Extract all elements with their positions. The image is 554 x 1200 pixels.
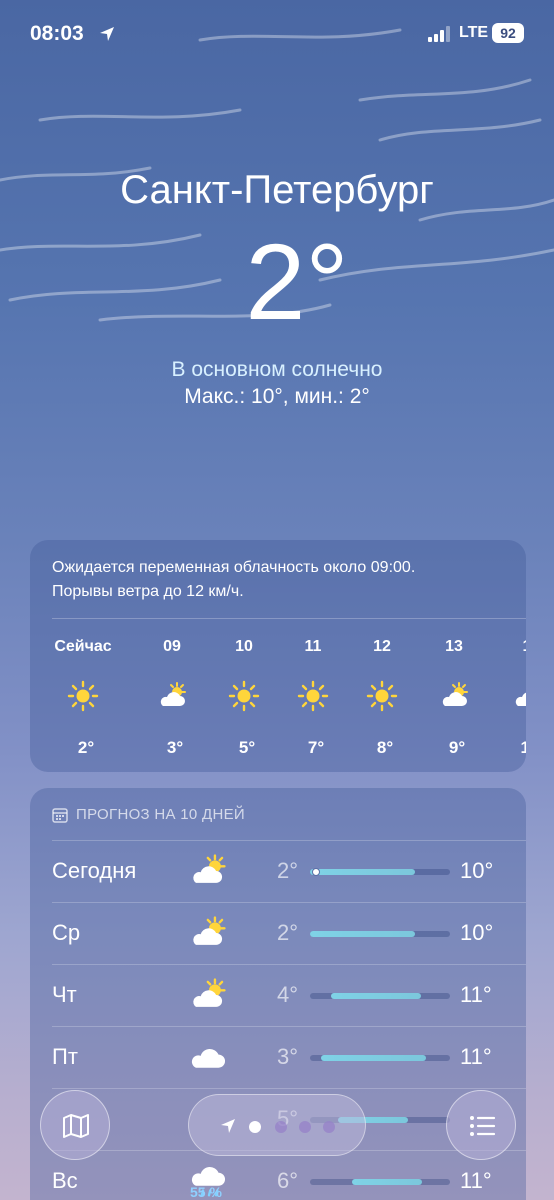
day-low: 4°: [276, 982, 298, 1007]
hour-label: Сейчас: [54, 638, 112, 655]
sun-icon: [228, 680, 260, 712]
partly-cloudy-icon: [442, 682, 468, 706]
hour-temp: 5°: [238, 738, 256, 757]
sun-icon: [297, 680, 329, 712]
high-low: Макс.: 10°, мин.: 2°: [184, 385, 370, 408]
day-name: Сегодня: [52, 858, 137, 883]
hour-label: 1: [492, 638, 526, 656]
hour-temp: 7°: [307, 738, 325, 757]
day-low: 3°: [276, 1044, 298, 1069]
hour-label: 09: [163, 638, 181, 655]
location-arrow-icon: [221, 1119, 235, 1133]
list-icon: [470, 1116, 496, 1136]
status-time: 08:03: [30, 22, 84, 45]
page-dot[interactable]: [275, 1121, 287, 1133]
hourly-summary: Ожидается переменная облачность около 09…: [52, 556, 415, 604]
summary-line-1: Ожидается переменная облачность около 09…: [52, 559, 416, 576]
day-low: 2°: [276, 858, 298, 883]
network-type: LTE: [459, 24, 489, 41]
precipitation-chance: 55 %: [190, 1184, 222, 1200]
day-row[interactable]: Вс 6° 11°: [30, 1150, 526, 1200]
status-bar: 08:03 LTE 92: [0, 22, 554, 50]
hour-label: 11: [304, 638, 322, 655]
battery-indicator: 92: [492, 23, 524, 43]
partly-cloudy-icon: [193, 854, 226, 883]
page-dot[interactable]: [299, 1121, 311, 1133]
day-high: 11°: [460, 1044, 492, 1069]
signal-icon: [428, 26, 450, 42]
divider: [52, 618, 526, 619]
day-high: 10°: [460, 858, 494, 883]
hour-temp: 3°: [166, 738, 184, 757]
day-high: 11°: [460, 982, 492, 1007]
range-fill: [352, 1179, 422, 1185]
city-name: Санкт-Петербург: [120, 168, 434, 212]
location-arrow-icon: [100, 27, 114, 41]
day-row[interactable]: Ср 2° 10°: [30, 902, 526, 964]
temp-range-bar: [310, 993, 450, 999]
hour-temp: 10: [520, 738, 526, 757]
range-fill: [321, 1055, 427, 1061]
day-name: Ср: [52, 920, 81, 945]
divider: [52, 902, 526, 903]
map-icon: [63, 1114, 89, 1138]
hour-label: 12: [373, 638, 391, 655]
temp-range-bar: [310, 931, 450, 937]
page-indicator[interactable]: [188, 1094, 366, 1156]
hour-temp: 8°: [376, 738, 394, 757]
divider: [52, 964, 526, 965]
partly-cloudy-icon: [193, 916, 226, 945]
day-high: 11°: [460, 1168, 492, 1193]
summary-line-2: Порывы ветра до 12 км/ч.: [52, 583, 244, 600]
divider: [52, 1088, 526, 1089]
sun-icon: [67, 680, 99, 712]
hour-label: 13: [445, 638, 463, 655]
divider: [52, 840, 526, 841]
day-name: Чт: [52, 982, 77, 1007]
cloud-icon: [191, 1048, 226, 1068]
day-high: 10°: [460, 920, 494, 945]
page-dot[interactable]: [323, 1121, 335, 1133]
weather-condition: В основном солнечно: [171, 358, 383, 381]
day-low: 6°: [276, 1168, 298, 1193]
day-name: Пт: [52, 1044, 78, 1069]
partly-cloudy-icon: [515, 692, 526, 706]
partly-cloudy-icon: [193, 978, 226, 1007]
day-row[interactable]: Пт 3° 11°: [30, 1026, 526, 1088]
divider: [52, 1026, 526, 1027]
hour-temp: 2°: [77, 738, 95, 757]
day-name: Вс: [52, 1168, 78, 1193]
page-dot-active[interactable]: [249, 1121, 261, 1133]
map-button[interactable]: [40, 1090, 110, 1160]
hourly-forecast-card[interactable]: Ожидается переменная облачность около 09…: [30, 540, 526, 772]
locations-list-button[interactable]: [446, 1090, 516, 1160]
temp-range-bar: [310, 868, 450, 876]
range-fill: [310, 931, 415, 937]
current-temperature: 2°: [245, 221, 349, 342]
day-row[interactable]: Чт 4° 11°: [30, 964, 526, 1026]
partly-cloudy-icon: [160, 682, 186, 706]
day-row[interactable]: Сегодня 2° 10°: [30, 840, 526, 902]
range-fill: [310, 869, 415, 875]
temp-range-bar: [310, 1179, 450, 1185]
temp-range-bar: [310, 1055, 450, 1061]
daily-header: ПРОГНОЗ НА 10 ДНЕЙ: [76, 806, 246, 823]
sun-icon: [366, 680, 398, 712]
hour-temp: 9°: [448, 738, 466, 757]
hour-label: 10: [235, 638, 253, 655]
range-fill: [331, 993, 421, 999]
day-low: 2°: [276, 920, 298, 945]
